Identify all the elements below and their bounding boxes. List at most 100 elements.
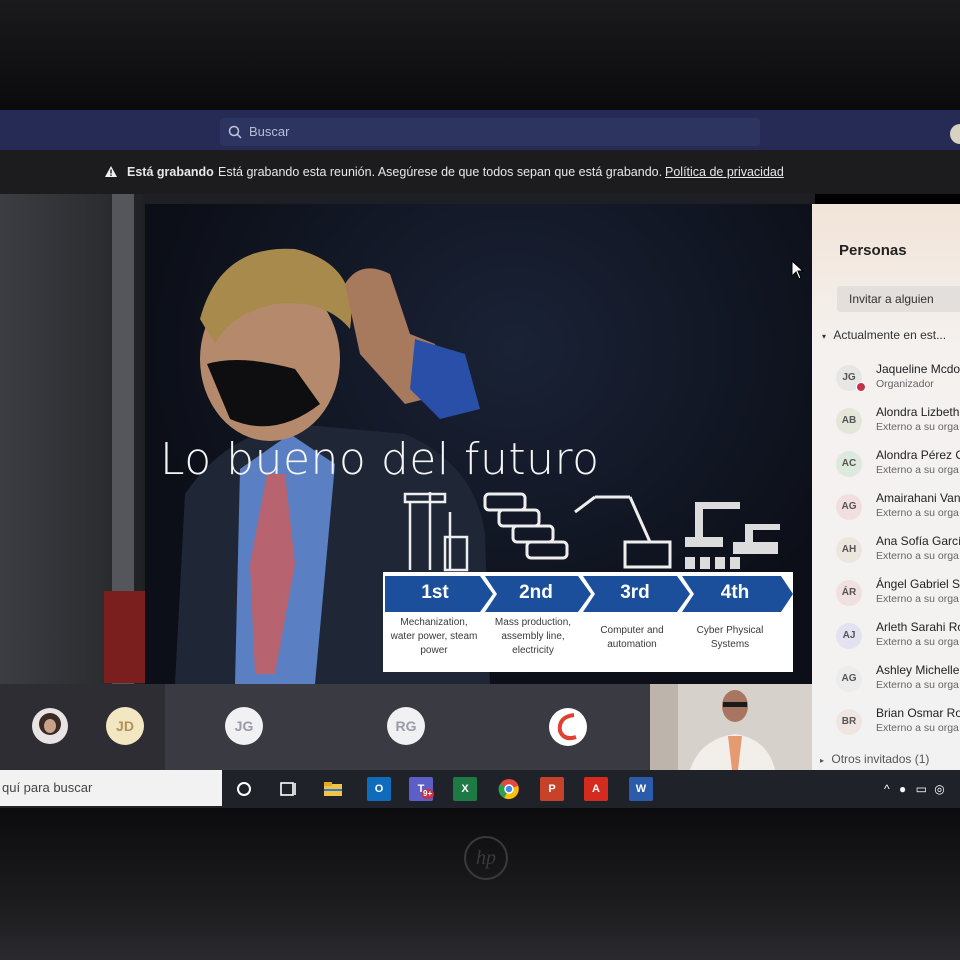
participant-name: Ana Sofía García xyxy=(876,534,960,548)
participant-role: Organizador xyxy=(876,378,934,390)
participant-row[interactable]: BR Brian Osmar Rod Externo a su orga xyxy=(836,704,960,744)
search-placeholder: Buscar xyxy=(249,124,290,139)
participant-name: Jaqueline Mcdo xyxy=(876,362,960,376)
participant-avatar: BR xyxy=(836,709,862,735)
hp-logo: hp xyxy=(464,836,508,880)
participant-avatar: AJ xyxy=(836,623,862,649)
participant-row[interactable]: JG Jaqueline Mcdo Organizador xyxy=(836,360,960,400)
participant-tile[interactable]: RG xyxy=(325,684,490,770)
participant-row[interactable]: AJ Arleth Sarahi Ro Externo a su orga xyxy=(836,618,960,658)
shared-screen-stage: Lo bueno del futuro 1st 2nd 3rd 4th Mech… xyxy=(0,194,815,684)
participant-role: Externo a su orga xyxy=(876,550,959,562)
participant-row[interactable]: ÁR Ángel Gabriel S Externo a su orga xyxy=(836,575,960,615)
battery-icon[interactable]: ▭ xyxy=(916,782,927,796)
recording-label: Está grabando xyxy=(127,165,214,179)
participant-video-tile[interactable] xyxy=(650,684,815,770)
windows-taskbar: quí para buscar O T 9+ X P A W ^ ● ▭ ◎ xyxy=(0,770,960,810)
participant-row[interactable]: AG Ashley Michelle Externo a su orga xyxy=(836,661,960,701)
participant-avatar: JG xyxy=(225,707,263,745)
teams-title-bar: Buscar xyxy=(0,110,960,150)
taskbar-search-box[interactable]: quí para buscar xyxy=(0,770,222,806)
revolution-1-desc: Mechanization, water power, steam power xyxy=(390,617,478,656)
word-icon[interactable]: W xyxy=(629,777,653,801)
participant-avatar: AG xyxy=(836,494,862,520)
profile-avatar[interactable] xyxy=(950,124,960,144)
participant-role: Externo a su orga xyxy=(876,464,959,476)
participant-avatar: ÁR xyxy=(836,580,862,606)
participant-name: Brian Osmar Rod xyxy=(876,706,960,720)
revolution-2-desc: Mass production, assembly line, electric… xyxy=(494,617,572,656)
participant-avatar: AG xyxy=(836,666,862,692)
participant-name: Amairahani Van xyxy=(876,491,960,505)
participant-tile-photo[interactable]: JD xyxy=(0,684,165,770)
participant-avatar: AC xyxy=(836,451,862,477)
participant-role: Externo a su orga xyxy=(876,507,959,519)
participant-row[interactable]: AG Amairahani Van Externo a su orga xyxy=(836,489,960,529)
task-view-icon[interactable] xyxy=(276,777,300,801)
participant-row[interactable]: AH Ana Sofía García Externo a su orga xyxy=(836,532,960,572)
recording-message: Está grabando esta reunión. Asegúrese de… xyxy=(218,165,663,179)
others-label: Otros invitados (1) xyxy=(831,752,930,766)
people-panel: Personas Invitar a alguien ▾ Actualmente… xyxy=(812,204,960,774)
acrobat-icon[interactable]: A xyxy=(584,777,608,801)
microphone-icon[interactable]: ● xyxy=(899,782,906,796)
other-invitees-section[interactable]: ▸ Otros invitados (1) xyxy=(820,752,929,766)
expand-triangle-icon: ▸ xyxy=(820,756,825,765)
recording-banner: Está grabando Está grabando esta reunión… xyxy=(0,150,960,194)
participant-name: Arleth Sarahi Ro xyxy=(876,620,960,634)
outlook-icon[interactable]: O xyxy=(367,777,391,801)
file-explorer-icon[interactable] xyxy=(321,777,345,801)
participant-role: Externo a su orga xyxy=(876,722,959,734)
teams-icon[interactable]: T 9+ xyxy=(409,777,435,801)
invite-button[interactable]: Invitar a alguien xyxy=(837,286,960,312)
screen: Buscar Está grabando Está grabando esta … xyxy=(0,110,960,810)
participant-tile-logo[interactable] xyxy=(490,684,650,770)
participant-role: Externo a su orga xyxy=(876,636,959,648)
participant-role: Externo a su orga xyxy=(876,593,959,605)
participant-name: Ashley Michelle xyxy=(876,663,960,677)
slide-title: Lo bueno del futuro xyxy=(160,434,600,485)
mouse-pointer-icon xyxy=(791,260,805,280)
cortana-icon[interactable] xyxy=(232,777,256,801)
network-icon[interactable]: ◎ xyxy=(934,782,944,796)
revolution-2-label: 2nd xyxy=(519,582,553,603)
participant-avatar: AH xyxy=(836,537,862,563)
current-participants-section[interactable]: ▾ Actualmente en est... xyxy=(822,328,946,342)
revolution-4-desc: Cyber Physical Systems xyxy=(696,625,764,650)
room-background xyxy=(0,194,164,684)
privacy-policy-link[interactable]: Política de privacidad xyxy=(665,150,784,194)
participant-name: Alondra Lizbeth xyxy=(876,405,960,419)
collapse-triangle-icon: ▾ xyxy=(822,332,827,341)
revolution-3-desc: Computer and automation xyxy=(600,625,664,650)
teams-badge: 9+ xyxy=(421,789,435,799)
excel-icon[interactable]: X xyxy=(453,777,477,801)
invite-button-label: Invitar a alguien xyxy=(849,292,934,306)
participant-name: Alondra Pérez C xyxy=(876,448,960,462)
participant-avatar: JD xyxy=(106,707,144,745)
participant-row[interactable]: AC Alondra Pérez C Externo a su orga xyxy=(836,446,960,486)
participant-avatar: AB xyxy=(836,408,862,434)
section-label: Actualmente en est... xyxy=(833,328,947,342)
revolution-illustrations xyxy=(395,482,795,579)
search-box[interactable]: Buscar xyxy=(220,118,760,146)
powerpoint-icon[interactable]: P xyxy=(540,777,564,801)
revolution-4-label: 4th xyxy=(720,582,750,603)
laptop-bezel-bottom: hp xyxy=(0,808,960,960)
industrial-revolutions-diagram: 1st 2nd 3rd 4th Mechanization, water pow… xyxy=(383,572,793,672)
taskbar-search-text: quí para buscar xyxy=(2,780,93,795)
participant-role: Externo a su orga xyxy=(876,679,959,691)
participant-role: Externo a su orga xyxy=(876,421,959,433)
people-panel-title: Personas xyxy=(839,242,907,259)
chrome-icon[interactable] xyxy=(497,777,521,801)
laptop-bezel-top xyxy=(0,0,960,110)
participant-row[interactable]: AB Alondra Lizbeth Externo a su orga xyxy=(836,403,960,443)
participant-tile[interactable]: JG xyxy=(165,684,325,770)
revolution-3-label: 3rd xyxy=(620,582,650,603)
revolution-1-label: 1st xyxy=(421,582,449,603)
participant-name: Ángel Gabriel S xyxy=(876,577,960,591)
participant-tiles: JD JG RG xyxy=(0,684,815,770)
recording-dot-icon xyxy=(856,382,866,392)
tray-chevron-icon[interactable]: ^ xyxy=(884,782,890,796)
participant-avatar: RG xyxy=(387,707,425,745)
system-tray: ^ ● ▭ ◎ xyxy=(884,782,945,796)
